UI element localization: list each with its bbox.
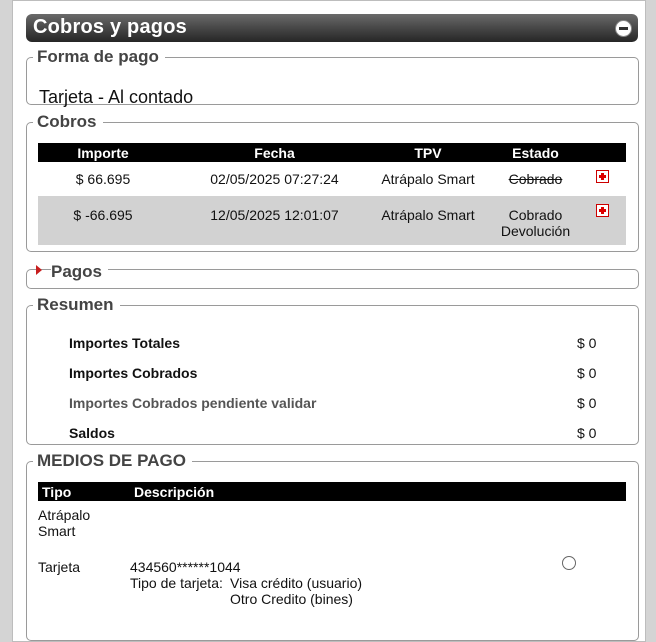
cell-estado: Cobrado Devolución xyxy=(475,196,596,245)
cell-estado: Cobrado xyxy=(475,162,596,196)
cell-tpv: Atrápalo Smart xyxy=(381,171,475,187)
resumen-legend: Resumen xyxy=(37,295,114,314)
panel-header: Cobros y pagos xyxy=(26,14,638,42)
col-header-estado: Estado xyxy=(475,143,596,162)
status-devolucion: Devolución xyxy=(500,223,571,239)
pagos-section[interactable]: Pagos xyxy=(26,262,639,289)
forma-pago-value: Tarjeta - Al contado xyxy=(39,87,194,107)
col-header-descripcion: Descripción xyxy=(134,482,626,501)
medios-pago-section: MEDIOS DE PAGO xyxy=(26,451,639,641)
payment-method-type: Atrápalo Smart xyxy=(38,507,90,539)
status-cobrado: Cobrado xyxy=(508,171,563,187)
select-radio-button[interactable] xyxy=(562,556,576,570)
summary-row-pendiente: Importes Cobrados pendiente validar $ 0 xyxy=(69,395,609,411)
summary-label: Importes Cobrados pendiente validar xyxy=(69,395,317,411)
table-row: $ 66.695 02/05/2025 07:27:24 Atrápalo Sm… xyxy=(38,162,626,196)
forma-pago-section: Forma de pago Tarjeta - Al contado xyxy=(26,47,639,107)
summary-value: $ 0 xyxy=(577,365,597,381)
collapse-icon[interactable] xyxy=(615,20,632,37)
summary-value: $ 0 xyxy=(577,425,597,441)
summary-value: $ 0 xyxy=(577,395,597,411)
medios-pago-header-row: Tipo Descripción xyxy=(38,482,626,501)
card-type-label: Tipo de tarjeta: xyxy=(130,575,223,591)
cell-fecha: 12/05/2025 12:01:07 xyxy=(210,207,339,223)
expand-plus-icon[interactable] xyxy=(596,204,609,217)
summary-label: Importes Cobrados xyxy=(69,365,198,381)
expand-plus-icon[interactable] xyxy=(596,170,609,183)
col-header-fecha: Fecha xyxy=(168,143,381,162)
cobros-header-row: Importe Fecha TPV Estado xyxy=(38,143,626,162)
col-header-importe: Importe xyxy=(38,143,168,162)
col-header-tipo: Tipo xyxy=(38,482,134,501)
cell-fecha: 02/05/2025 07:27:24 xyxy=(210,171,339,187)
cell-importe: $ -66.695 xyxy=(73,207,133,223)
medios-pago-table: Tipo Descripción xyxy=(38,482,626,501)
table-row: $ -66.695 12/05/2025 12:01:07 Atrápalo S… xyxy=(38,196,626,245)
card-type-value: Visa crédito (usuario) xyxy=(230,575,363,591)
cobros-table: Importe Fecha TPV Estado $ 66.695 02/05/… xyxy=(38,143,626,245)
resumen-section: Resumen Importes Totales $ 0 Importes Co… xyxy=(26,295,639,445)
summary-row-saldos: Saldos $ 0 xyxy=(69,425,609,441)
payment-method-type: Tarjeta xyxy=(38,559,81,575)
card-number: 434560******1044 xyxy=(130,559,241,575)
summary-label: Importes Totales xyxy=(69,335,180,351)
summary-value: $ 0 xyxy=(577,335,597,351)
panel-title: Cobros y pagos xyxy=(33,16,187,38)
forma-pago-legend: Forma de pago xyxy=(37,47,159,66)
status-cobrado: Cobrado xyxy=(508,207,563,223)
summary-row-cobrados: Importes Cobrados $ 0 xyxy=(69,365,609,381)
cell-importe: $ 66.695 xyxy=(75,171,131,187)
summary-row-totales: Importes Totales $ 0 xyxy=(69,335,609,351)
card-type-value: Otro Credito (bines) xyxy=(230,591,353,607)
pagos-legend[interactable]: Pagos xyxy=(51,262,109,282)
cobros-legend: Cobros xyxy=(37,112,97,131)
cell-tpv: Atrápalo Smart xyxy=(381,207,475,223)
payment-type-line1: Atrápalo xyxy=(38,507,91,523)
medios-pago-legend: MEDIOS DE PAGO xyxy=(37,451,186,470)
summary-label: Saldos xyxy=(69,425,115,441)
payment-type-line2: Smart xyxy=(38,523,76,539)
col-header-tpv: TPV xyxy=(381,143,475,162)
expand-triangle-icon[interactable] xyxy=(36,265,42,275)
